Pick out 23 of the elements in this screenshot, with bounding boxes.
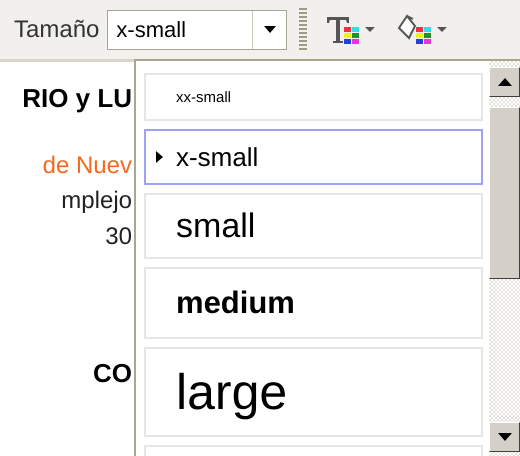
scroll-thumb[interactable] [489, 107, 520, 279]
pointer-arrow-icon [156, 151, 163, 163]
size-option[interactable]: xx-small [144, 73, 483, 121]
down-arrow-icon [498, 433, 512, 441]
body-text: 30 [105, 223, 132, 251]
caret-icon [437, 26, 448, 32]
up-arrow-icon [498, 78, 512, 86]
caret-icon [365, 26, 376, 32]
size-option[interactable]: x-small [144, 129, 483, 185]
heading-text: CO [93, 358, 132, 389]
size-option[interactable]: medium [144, 267, 483, 339]
body-text: mplejo [61, 187, 132, 216]
toolbar-grip-icon [299, 8, 308, 52]
scrollbar[interactable] [489, 61, 520, 456]
size-option[interactable]: small [144, 193, 483, 259]
size-option[interactable]: large [144, 347, 483, 437]
caret-icon [264, 26, 276, 34]
scroll-up-button[interactable] [489, 67, 520, 97]
size-label: Tamaño [14, 16, 100, 44]
scroll-down-button[interactable] [489, 422, 520, 452]
paint-bucket-icon [397, 14, 434, 46]
heading-text: RIO y LU [22, 84, 132, 114]
size-combo-box[interactable]: x-small [107, 10, 288, 50]
